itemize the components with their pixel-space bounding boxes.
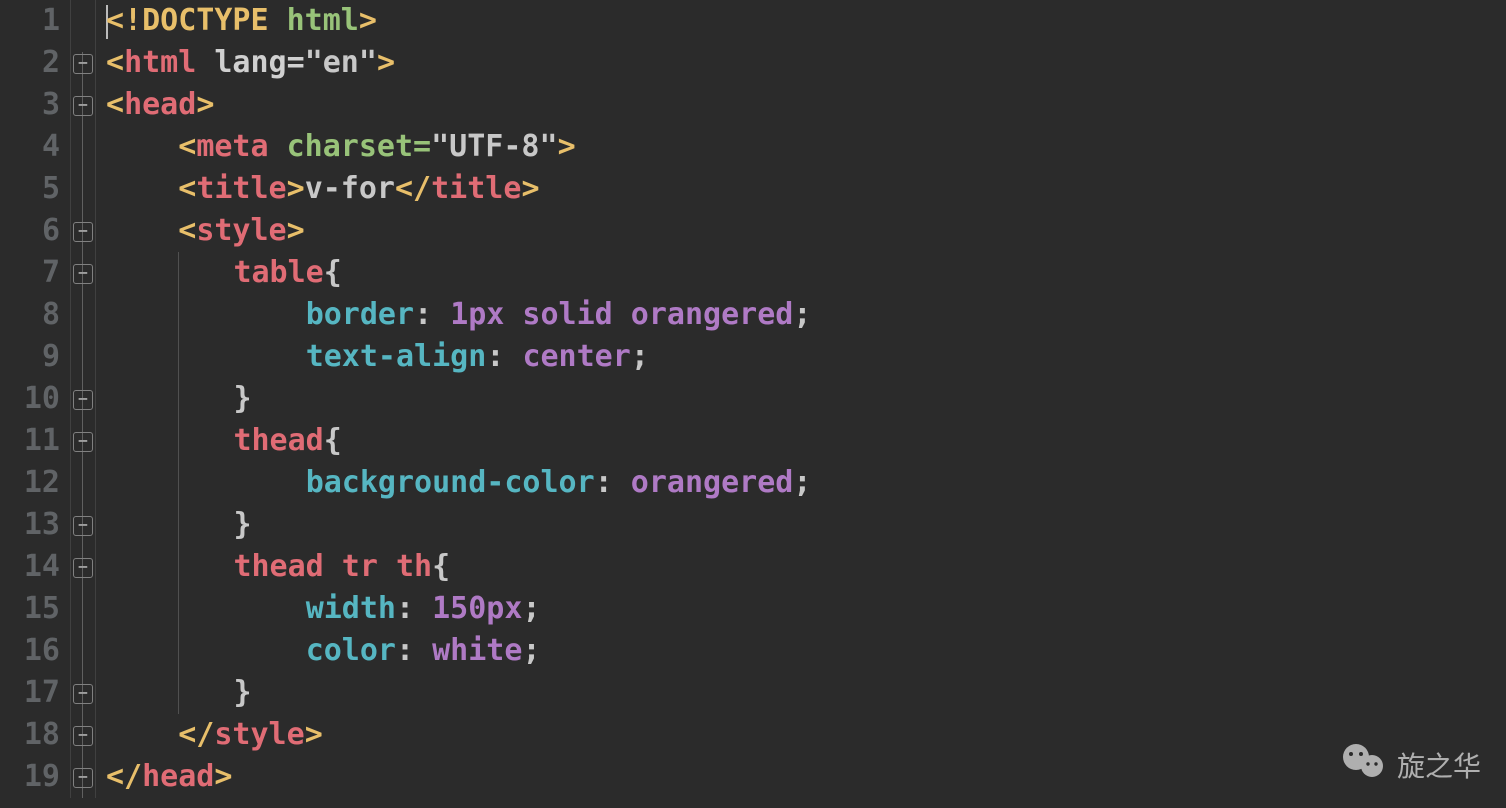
line-number: 2: [0, 42, 60, 84]
code-line[interactable]: background-color: orangered;: [106, 462, 1506, 504]
line-number: 5: [0, 168, 60, 210]
code-line[interactable]: <title>v-for</title>: [106, 168, 1506, 210]
line-number: 15: [0, 588, 60, 630]
line-number: 6: [0, 210, 60, 252]
line-number: 3: [0, 84, 60, 126]
fold-marker[interactable]: −: [73, 264, 93, 284]
line-number: 14: [0, 546, 60, 588]
line-number: 9: [0, 336, 60, 378]
code-line[interactable]: <meta charset="UTF-8">: [106, 126, 1506, 168]
wechat-icon: [1339, 741, 1397, 788]
code-line[interactable]: thead{: [106, 420, 1506, 462]
fold-marker[interactable]: −: [73, 726, 93, 746]
code-line[interactable]: text-align: center;: [106, 336, 1506, 378]
line-number: 10: [0, 378, 60, 420]
fold-marker[interactable]: −: [73, 96, 93, 116]
line-number: 16: [0, 630, 60, 672]
code-area[interactable]: <!DOCTYPE html> <html lang="en"> <head> …: [96, 0, 1506, 798]
code-line[interactable]: <head>: [106, 84, 1506, 126]
fold-marker[interactable]: −: [73, 432, 93, 452]
fold-marker[interactable]: −: [73, 390, 93, 410]
fold-marker[interactable]: −: [73, 222, 93, 242]
code-line[interactable]: </style>: [106, 714, 1506, 756]
line-number: 1: [0, 0, 60, 42]
watermark: 旋之华: [1339, 741, 1481, 788]
line-number: 17: [0, 672, 60, 714]
line-number: 13: [0, 504, 60, 546]
fold-marker[interactable]: −: [73, 558, 93, 578]
line-number: 8: [0, 294, 60, 336]
code-line[interactable]: thead tr th{: [106, 546, 1506, 588]
line-number: 7: [0, 252, 60, 294]
code-line[interactable]: }: [106, 672, 1506, 714]
code-line[interactable]: <!DOCTYPE html>: [106, 0, 1506, 42]
fold-marker[interactable]: −: [73, 684, 93, 704]
code-line[interactable]: <style>: [106, 210, 1506, 252]
fold-marker[interactable]: −: [73, 768, 93, 788]
line-number: 4: [0, 126, 60, 168]
watermark-text: 旋之华: [1397, 745, 1481, 785]
code-line[interactable]: width: 150px;: [106, 588, 1506, 630]
fold-marker[interactable]: −: [73, 516, 93, 536]
code-line[interactable]: }: [106, 378, 1506, 420]
fold-gutter[interactable]: − − − − − − − − − − −: [70, 0, 96, 798]
code-editor[interactable]: 1 2 3 4 5 6 7 8 9 10 11 12 13 14 15 16 1…: [0, 0, 1506, 798]
line-number: 19: [0, 756, 60, 798]
line-number-gutter: 1 2 3 4 5 6 7 8 9 10 11 12 13 14 15 16 1…: [0, 0, 70, 798]
code-line[interactable]: border: 1px solid orangered;: [106, 294, 1506, 336]
code-line[interactable]: color: white;: [106, 630, 1506, 672]
line-number: 18: [0, 714, 60, 756]
code-line[interactable]: <html lang="en">: [106, 42, 1506, 84]
line-number: 11: [0, 420, 60, 462]
code-line[interactable]: }: [106, 504, 1506, 546]
code-line[interactable]: </head>: [106, 756, 1506, 798]
line-number: 12: [0, 462, 60, 504]
fold-marker[interactable]: −: [73, 54, 93, 74]
code-line[interactable]: table{: [106, 252, 1506, 294]
